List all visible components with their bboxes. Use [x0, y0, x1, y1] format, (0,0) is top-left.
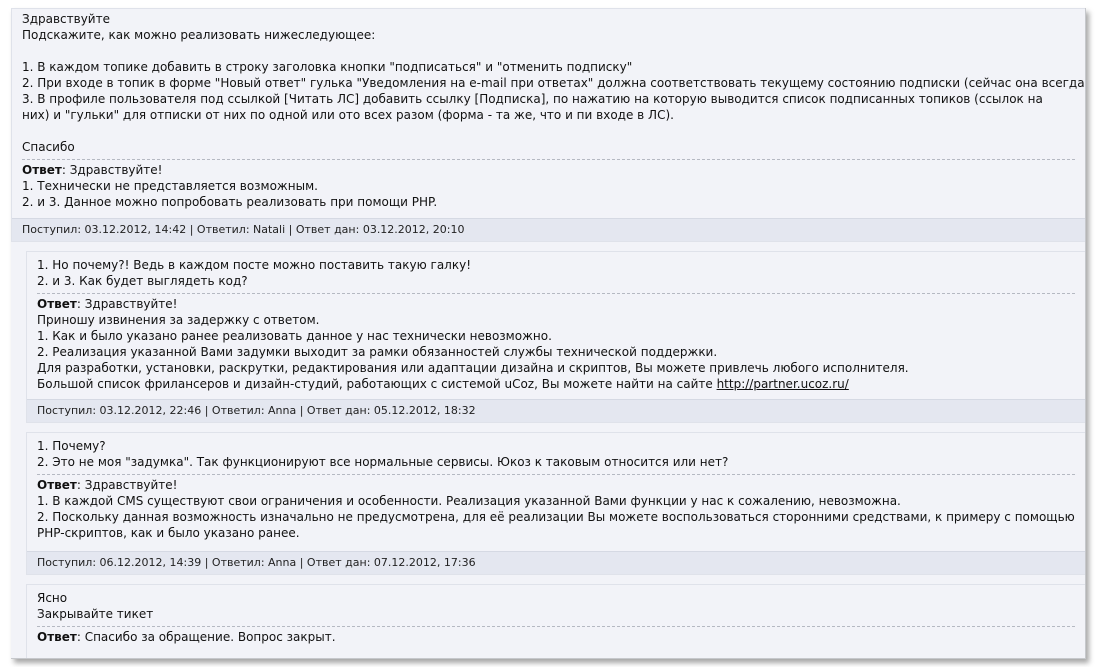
question-line: 2. Это не моя "задумка". Так функциониру… [37, 455, 729, 469]
answer-separator [37, 293, 1075, 294]
question-line: 3. В профиле пользователя под ссылкой [Ч… [22, 92, 1043, 122]
answer-text-line: : Спасибо за обращение. Вопрос закрыт. [76, 630, 336, 644]
question-line: 2. При входе в топик в форме "Новый отве… [22, 76, 1086, 90]
answer-separator [22, 159, 1075, 160]
answer-text: Ответ: Здравствуйте! 1. Технически не пр… [12, 162, 1085, 210]
post-meta: Поступил: 03.12.2012, 14:42 | Ответил: N… [12, 218, 1085, 241]
ticket-post-2: 1. Но почему?! Ведь в каждом посте можно… [26, 251, 1085, 423]
question-line: Закрывайте тикет [37, 607, 154, 621]
answer-label: Ответ [22, 163, 62, 177]
question-line: 1. Но почему?! Ведь в каждом посте можно… [37, 258, 472, 272]
answer-text: Ответ: Спасибо за обращение. Вопрос закр… [27, 629, 1085, 645]
answer-greeting: : Здравствуйте! [76, 478, 178, 492]
question-blank-line [22, 123, 1085, 139]
answer-line: Приношу извинения за задержку с ответом. [37, 313, 320, 327]
answer-line: 2. Поскольку данная возможность изначаль… [37, 510, 1075, 540]
post-meta: Поступил: 06.12.2012, 14:39 | Ответил: A… [27, 551, 1085, 574]
question-text: Ясно Закрывайте тикет [27, 585, 1085, 622]
answer-label: Ответ [37, 297, 77, 311]
ticket-post-3: 1. Почему? 2. Это не моя "задумка". Так … [26, 432, 1085, 575]
question-line: Здравствуйте [22, 12, 110, 26]
answer-label: Ответ [37, 630, 77, 644]
answer-line: 2. и 3. Данное можно попробовать реализо… [22, 195, 438, 209]
ticket-thread: Здравствуйте Подскажите, как можно реали… [11, 8, 1086, 659]
answer-greeting: : Здравствуйте! [61, 163, 163, 177]
question-line: 2. и 3. Как будет выглядеть код? [37, 274, 248, 288]
answer-line: Большой список фрилансеров и дизайн-студ… [37, 377, 717, 391]
answer-label: Ответ [37, 478, 77, 492]
answer-line: 1. В каждой CMS существуют свои ограниче… [37, 494, 901, 508]
post-meta: Поступил: 03.12.2012, 22:46 | Ответил: A… [27, 399, 1085, 422]
partner-link[interactable]: http://partner.ucoz.ru/ [717, 377, 849, 391]
question-text: 1. Почему? 2. Это не моя "задумка". Так … [27, 433, 1085, 470]
answer-text: Ответ: Здравствуйте! 1. В каждой CMS сущ… [27, 477, 1085, 541]
answer-line: Для разработки, установки, раскрутки, ре… [37, 361, 909, 375]
question-line: Подскажите, как можно реализовать нижесл… [22, 28, 376, 42]
question-line: Ясно [37, 591, 68, 605]
ticket-post-1: Здравствуйте Подскажите, как можно реали… [11, 8, 1085, 242]
answer-text: Ответ: Здравствуйте! Приношу извинения з… [27, 296, 1085, 392]
answer-line: 2. Реализация указанной Вами задумки вых… [37, 345, 718, 359]
answer-line: 1. Как и было указано ранее реализовать … [37, 329, 552, 343]
question-line: 1. Почему? [37, 439, 106, 453]
question-text: Здравствуйте Подскажите, как можно реали… [12, 9, 1085, 155]
answer-separator [37, 474, 1075, 475]
ticket-post-4: Ясно Закрывайте тикет Ответ: Спасибо за … [26, 584, 1085, 658]
answer-line: 1. Технически не представляется возможны… [22, 179, 318, 193]
question-line: Спасибо [22, 140, 75, 154]
answer-greeting: : Здравствуйте! [76, 297, 178, 311]
question-text: 1. Но почему?! Ведь в каждом посте можно… [27, 252, 1085, 289]
question-blank-line [22, 43, 1085, 59]
answer-separator [37, 626, 1075, 627]
question-line: 1. В каждом топике добавить в строку заг… [22, 60, 633, 74]
